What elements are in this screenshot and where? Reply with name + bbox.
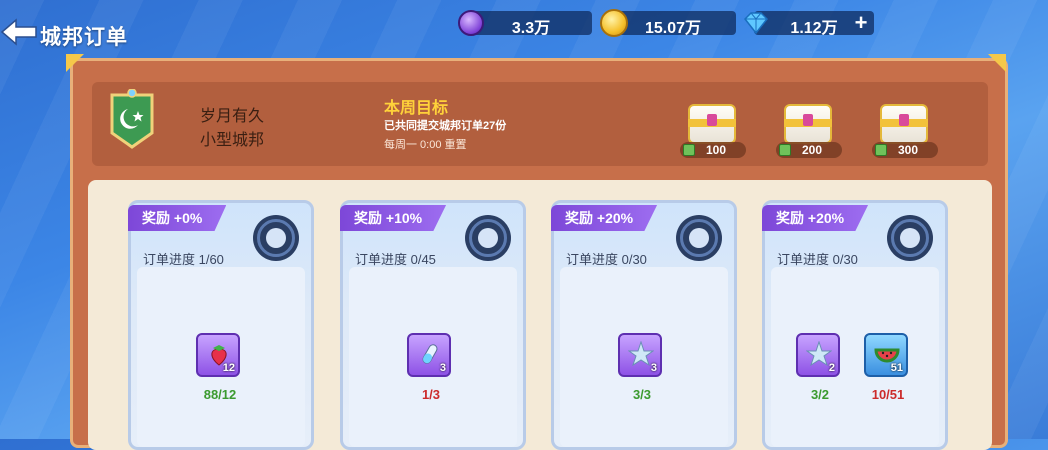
order-progress-ring-icon: [465, 215, 511, 261]
order-card[interactable]: 奖励 +0% 订单进度 1/60: [128, 200, 314, 450]
reward-bonus-badge: 奖励 +20%: [551, 205, 658, 231]
order-progress-ring-icon: [253, 215, 299, 261]
item-required-count: 12: [222, 362, 235, 374]
resource-medal-value: 3.3万: [511, 20, 551, 37]
item-submitted: 3/2: [810, 387, 830, 402]
item-submitted: 10/51: [871, 387, 905, 402]
order-progress-ring-icon: [887, 215, 933, 261]
resource-medal: 3.3万: [470, 11, 592, 37]
resource-gold-value: 15.07万: [644, 20, 702, 37]
item-required-count: 51: [890, 362, 903, 374]
chest-threshold: 300: [897, 143, 919, 157]
reward-bonus-badge: 奖励 +20%: [762, 205, 869, 231]
item-required-count: 3: [439, 362, 446, 374]
item-submitted: 1/3: [421, 387, 441, 402]
item-required-count: 3: [650, 362, 657, 374]
item-required-count: 2: [828, 362, 835, 374]
order-progress: 订单进度 0/30: [777, 252, 858, 267]
item-submitted: 88/12: [203, 387, 237, 402]
chest-threshold: 200: [801, 143, 823, 157]
back-arrow-icon[interactable]: [0, 18, 38, 46]
order-item-slot[interactable]: 3: [407, 333, 451, 377]
weekly-goal-title: 本周目标: [384, 100, 449, 117]
add-diamond-button[interactable]: +: [850, 12, 872, 34]
reward-bonus-badge: 奖励 +10%: [340, 205, 447, 231]
order-card[interactable]: 奖励 +10% 订单进度 0/45: [340, 200, 526, 450]
reward-chest-100[interactable]: 100: [680, 100, 746, 160]
resource-gold: 15.07万: [610, 11, 736, 37]
city-type: 小型城邦: [200, 132, 265, 149]
purple-medal-icon: [458, 10, 484, 36]
weekly-goal-description: 已共同提交城邦订单27份: [384, 120, 507, 132]
order-progress: 订单进度 1/60: [143, 252, 224, 267]
reward-chest-200[interactable]: 200: [776, 100, 842, 160]
order-item-slot[interactable]: 2: [796, 333, 840, 377]
chest-threshold: 100: [705, 143, 727, 157]
order-card[interactable]: 奖励 +20% 订单进度 0/30: [762, 200, 948, 450]
gold-coin-icon: [600, 9, 628, 37]
top-bar: 城邦订单 3.3万 15.07万 1.12万 +: [0, 0, 1048, 56]
order-progress-ring-icon: [676, 215, 722, 261]
weekly-goal-reset: 每周一 0:00 重置: [384, 139, 467, 151]
order-card[interactable]: 奖励 +20% 订单进度 0/30: [551, 200, 737, 450]
order-progress: 订单进度 0/30: [566, 252, 647, 267]
reward-bonus-badge: 奖励 +0%: [128, 205, 227, 231]
city-emblem-icon: [110, 89, 154, 149]
page-title: 城邦订单: [40, 26, 128, 49]
reward-chest-300[interactable]: 300: [872, 100, 938, 160]
order-progress: 订单进度 0/45: [355, 252, 436, 267]
order-item-slot[interactable]: 51: [864, 333, 908, 377]
item-submitted: 3/3: [632, 387, 652, 402]
diamond-icon: [743, 12, 769, 35]
order-item-slot[interactable]: 12: [196, 333, 240, 377]
city-name: 岁月有久: [200, 108, 265, 125]
order-item-slot[interactable]: 3: [618, 333, 662, 377]
